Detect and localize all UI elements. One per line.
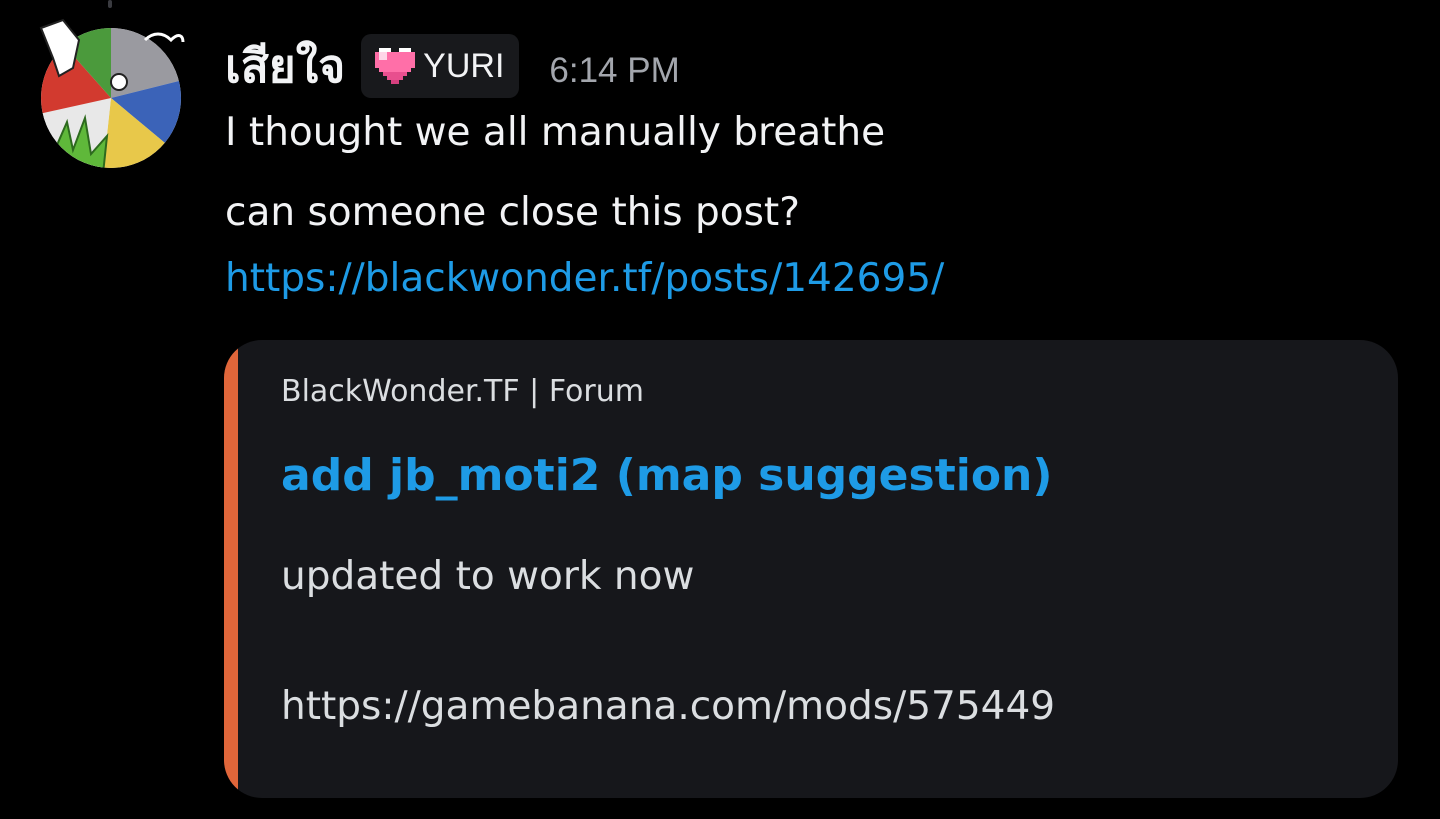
embed-description-line: updated to work now (281, 554, 695, 599)
user-avatar[interactable] (33, 18, 189, 174)
message-link[interactable]: https://blackwonder.tf/posts/142695/ (225, 256, 944, 303)
message-timestamp[interactable]: 6:14 PM (549, 51, 679, 91)
embed-description-line: https://gamebanana.com/mods/575449 (281, 684, 1056, 729)
author-username[interactable]: เสียใจ (225, 43, 345, 89)
embed-title-link[interactable]: add jb_moti2 (map suggestion) (281, 450, 1052, 501)
thread-connector (108, 0, 112, 8)
embed-accent-bar (224, 340, 238, 798)
avatar-image (39, 18, 185, 168)
link-embed: BlackWonder.TF | Forum add jb_moti2 (map… (224, 340, 1398, 798)
message-text-line: can someone close this post? (225, 190, 800, 235)
message-header: เสียใจ YURI 6:14 PM (225, 26, 680, 106)
message-text-line: I thought we all manually breathe (225, 110, 886, 155)
embed-provider: BlackWonder.TF | Forum (281, 374, 644, 409)
server-tag-badge[interactable]: YURI (361, 34, 520, 98)
pixel-heart-icon (375, 46, 416, 86)
server-tag-label: YURI (423, 46, 505, 85)
